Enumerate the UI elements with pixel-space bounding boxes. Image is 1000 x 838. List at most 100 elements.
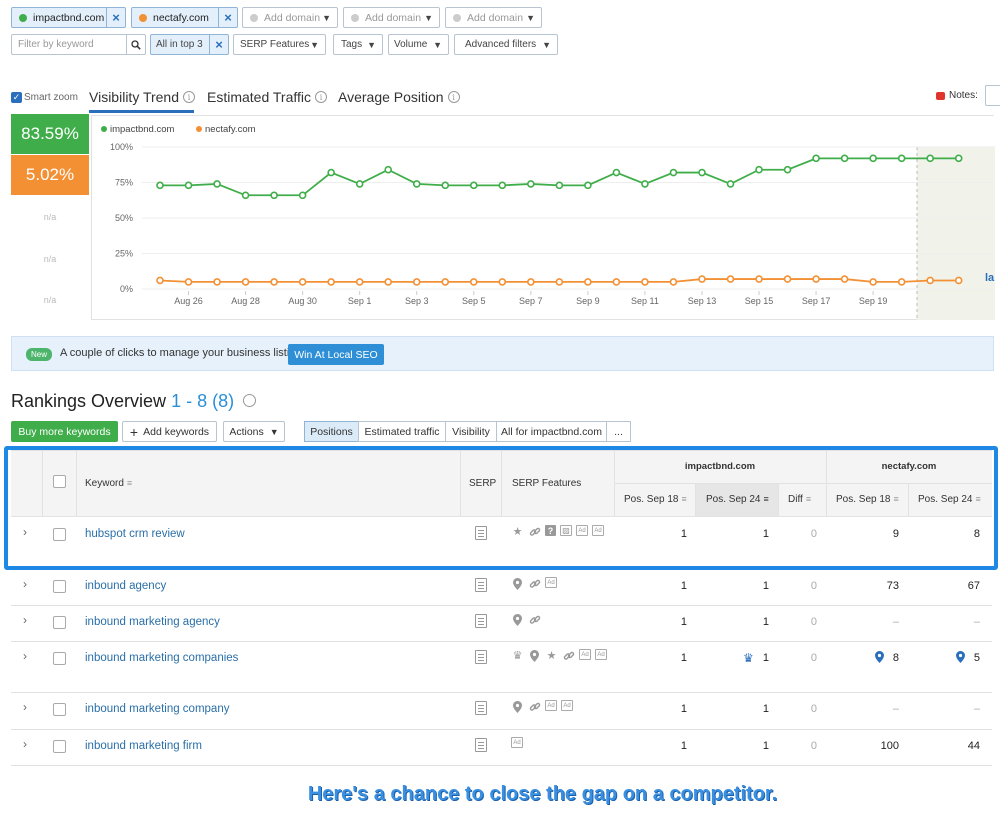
notes-dropdown[interactable] (985, 85, 1000, 106)
data-point (469, 278, 478, 286)
win-local-seo-button[interactable]: Win At Local SEO (288, 344, 384, 365)
row-checkbox[interactable] (53, 580, 66, 593)
active-tab-indicator (89, 110, 194, 113)
expand-chevron-icon[interactable]: › (23, 649, 27, 663)
tab-visibility-trend[interactable]: Visibility Trend i (89, 89, 196, 105)
data-point (441, 181, 450, 190)
row-checkbox[interactable] (53, 652, 66, 665)
visibility-chart[interactable]: 100% 75% 50% 25% 0% Aug 26 Aug 28 Aug 30 Sep 1 Se… (91, 115, 995, 320)
domain-chip-2[interactable]: nectafy.com × (131, 7, 238, 28)
view-more[interactable]: ... (606, 421, 631, 442)
row-checkbox[interactable] (53, 740, 66, 753)
domain-chip-1[interactable]: impactbnd.com × (11, 7, 126, 28)
data-point (584, 278, 592, 286)
keyword-link[interactable]: inbound marketing agency (85, 616, 220, 628)
tab-estimated-traffic[interactable]: Estimated Traffic i (207, 89, 328, 105)
y-tick-label: 100% (110, 142, 133, 152)
local-pack-pin-icon (511, 577, 524, 590)
expand-chevron-icon[interactable]: › (23, 737, 27, 751)
x-tick-label: Sep 15 (745, 296, 774, 306)
data-point (184, 278, 193, 286)
serp-snapshot-icon[interactable] (475, 650, 487, 664)
series-line (160, 157, 959, 197)
serp-snapshot-icon[interactable] (475, 738, 487, 752)
d1-pos-sep18: 1 (680, 740, 687, 752)
expand-chevron-icon[interactable]: › (23, 700, 27, 714)
data-point (755, 165, 763, 174)
all-in-top-filter[interactable]: All in top 3 × (150, 34, 229, 55)
data-point (641, 278, 649, 286)
volume-filter[interactable]: Volume ▼ (388, 34, 449, 55)
data-point (641, 180, 649, 188)
diff-value: 0 (810, 652, 817, 664)
actions-dropdown[interactable]: Actions ▼ (223, 421, 285, 442)
serp-snapshot-icon[interactable] (475, 614, 487, 628)
serp-features-list: Ad Ad (511, 700, 611, 713)
d1-pos-sep24: 1 (762, 580, 769, 592)
view-all-for-domain[interactable]: All for impactbnd.com (496, 421, 607, 442)
diff-value: 0 (810, 703, 817, 715)
tags-filter[interactable]: Tags ▼ (333, 34, 383, 55)
keyword-filter-input[interactable]: Filter by keyword (11, 34, 146, 55)
y-tick-label: 25% (115, 249, 133, 259)
keyword-link[interactable]: inbound marketing firm (85, 740, 202, 752)
data-point (783, 275, 792, 283)
domain-name: nectafy.com (153, 11, 209, 24)
serp-features-filter[interactable]: SERP Features ▼ (233, 34, 326, 55)
smart-zoom-checkbox[interactable]: ✓ Smart zoom (11, 92, 78, 103)
row-checkbox[interactable] (53, 703, 66, 716)
advanced-filters[interactable]: Advanced filters ▼ (454, 34, 558, 55)
search-icon[interactable] (126, 35, 145, 54)
data-point (156, 181, 164, 190)
keyword-link[interactable]: inbound agency (85, 580, 166, 592)
x-tick-label: Sep 3 (405, 296, 429, 306)
add-domain-3[interactable]: Add domain ▼ (445, 7, 542, 28)
add-domain-1[interactable]: Add domain ▼ (242, 7, 338, 28)
domain-color-dot (139, 13, 147, 22)
local-pack-pin-icon (511, 613, 524, 626)
x-tick-label: Aug 30 (288, 296, 317, 306)
row-divider (11, 641, 992, 642)
expand-chevron-icon[interactable]: › (23, 577, 27, 591)
row-checkbox[interactable] (53, 616, 66, 629)
data-point (612, 278, 621, 286)
data-point (384, 165, 393, 174)
data-point (726, 275, 735, 283)
tab-average-position[interactable]: Average Position i (338, 89, 460, 105)
view-estimated-traffic[interactable]: Estimated traffic (358, 421, 446, 442)
data-point (555, 278, 564, 286)
add-keywords-button[interactable]: + Add keywords (122, 421, 217, 442)
row-divider (11, 729, 992, 730)
data-point (298, 191, 307, 200)
crown-icon: ♛ (512, 650, 523, 662)
serp-snapshot-icon[interactable] (475, 701, 487, 715)
data-point (726, 180, 735, 188)
close-icon[interactable]: × (106, 8, 125, 27)
keyword-link[interactable]: inbound marketing companies (85, 652, 238, 664)
notes-toggle[interactable]: Notes: (936, 90, 978, 101)
y-tick-label: 75% (115, 178, 133, 188)
promo-banner: New A couple of clicks to manage your bu… (11, 336, 994, 371)
data-point (926, 276, 934, 285)
d2-pos-sep24: 44 (967, 740, 980, 752)
add-domain-2[interactable]: Add domain ▼ (343, 7, 440, 28)
data-point (954, 276, 963, 285)
keyword-link[interactable]: inbound marketing company (85, 703, 229, 715)
buy-more-keywords-button[interactable]: Buy more keywords (11, 421, 118, 442)
close-icon[interactable]: × (209, 35, 228, 54)
x-tick-label: Sep 11 (631, 296, 659, 306)
data-point (926, 154, 934, 163)
view-positions[interactable]: Positions (304, 421, 359, 442)
d1-pos-sep18: 1 (680, 652, 687, 664)
d1-pos-sep18: 1 (680, 703, 687, 715)
diff-value: 0 (810, 740, 817, 752)
view-visibility[interactable]: Visibility (445, 421, 497, 442)
close-icon[interactable]: × (218, 8, 237, 27)
serp-snapshot-icon[interactable] (475, 578, 487, 592)
x-tick-label: Sep 1 (348, 296, 372, 306)
expand-chevron-icon[interactable]: › (23, 613, 27, 627)
y-tick-label: 50% (115, 213, 133, 223)
empty-score: n/a (43, 295, 57, 305)
visibility-chart-svg: 100% 75% 50% 25% 0% Aug 26 Aug 28 Aug 30 Sep 1 Se… (101, 124, 995, 320)
legend-label: nectafy.com (205, 124, 256, 135)
